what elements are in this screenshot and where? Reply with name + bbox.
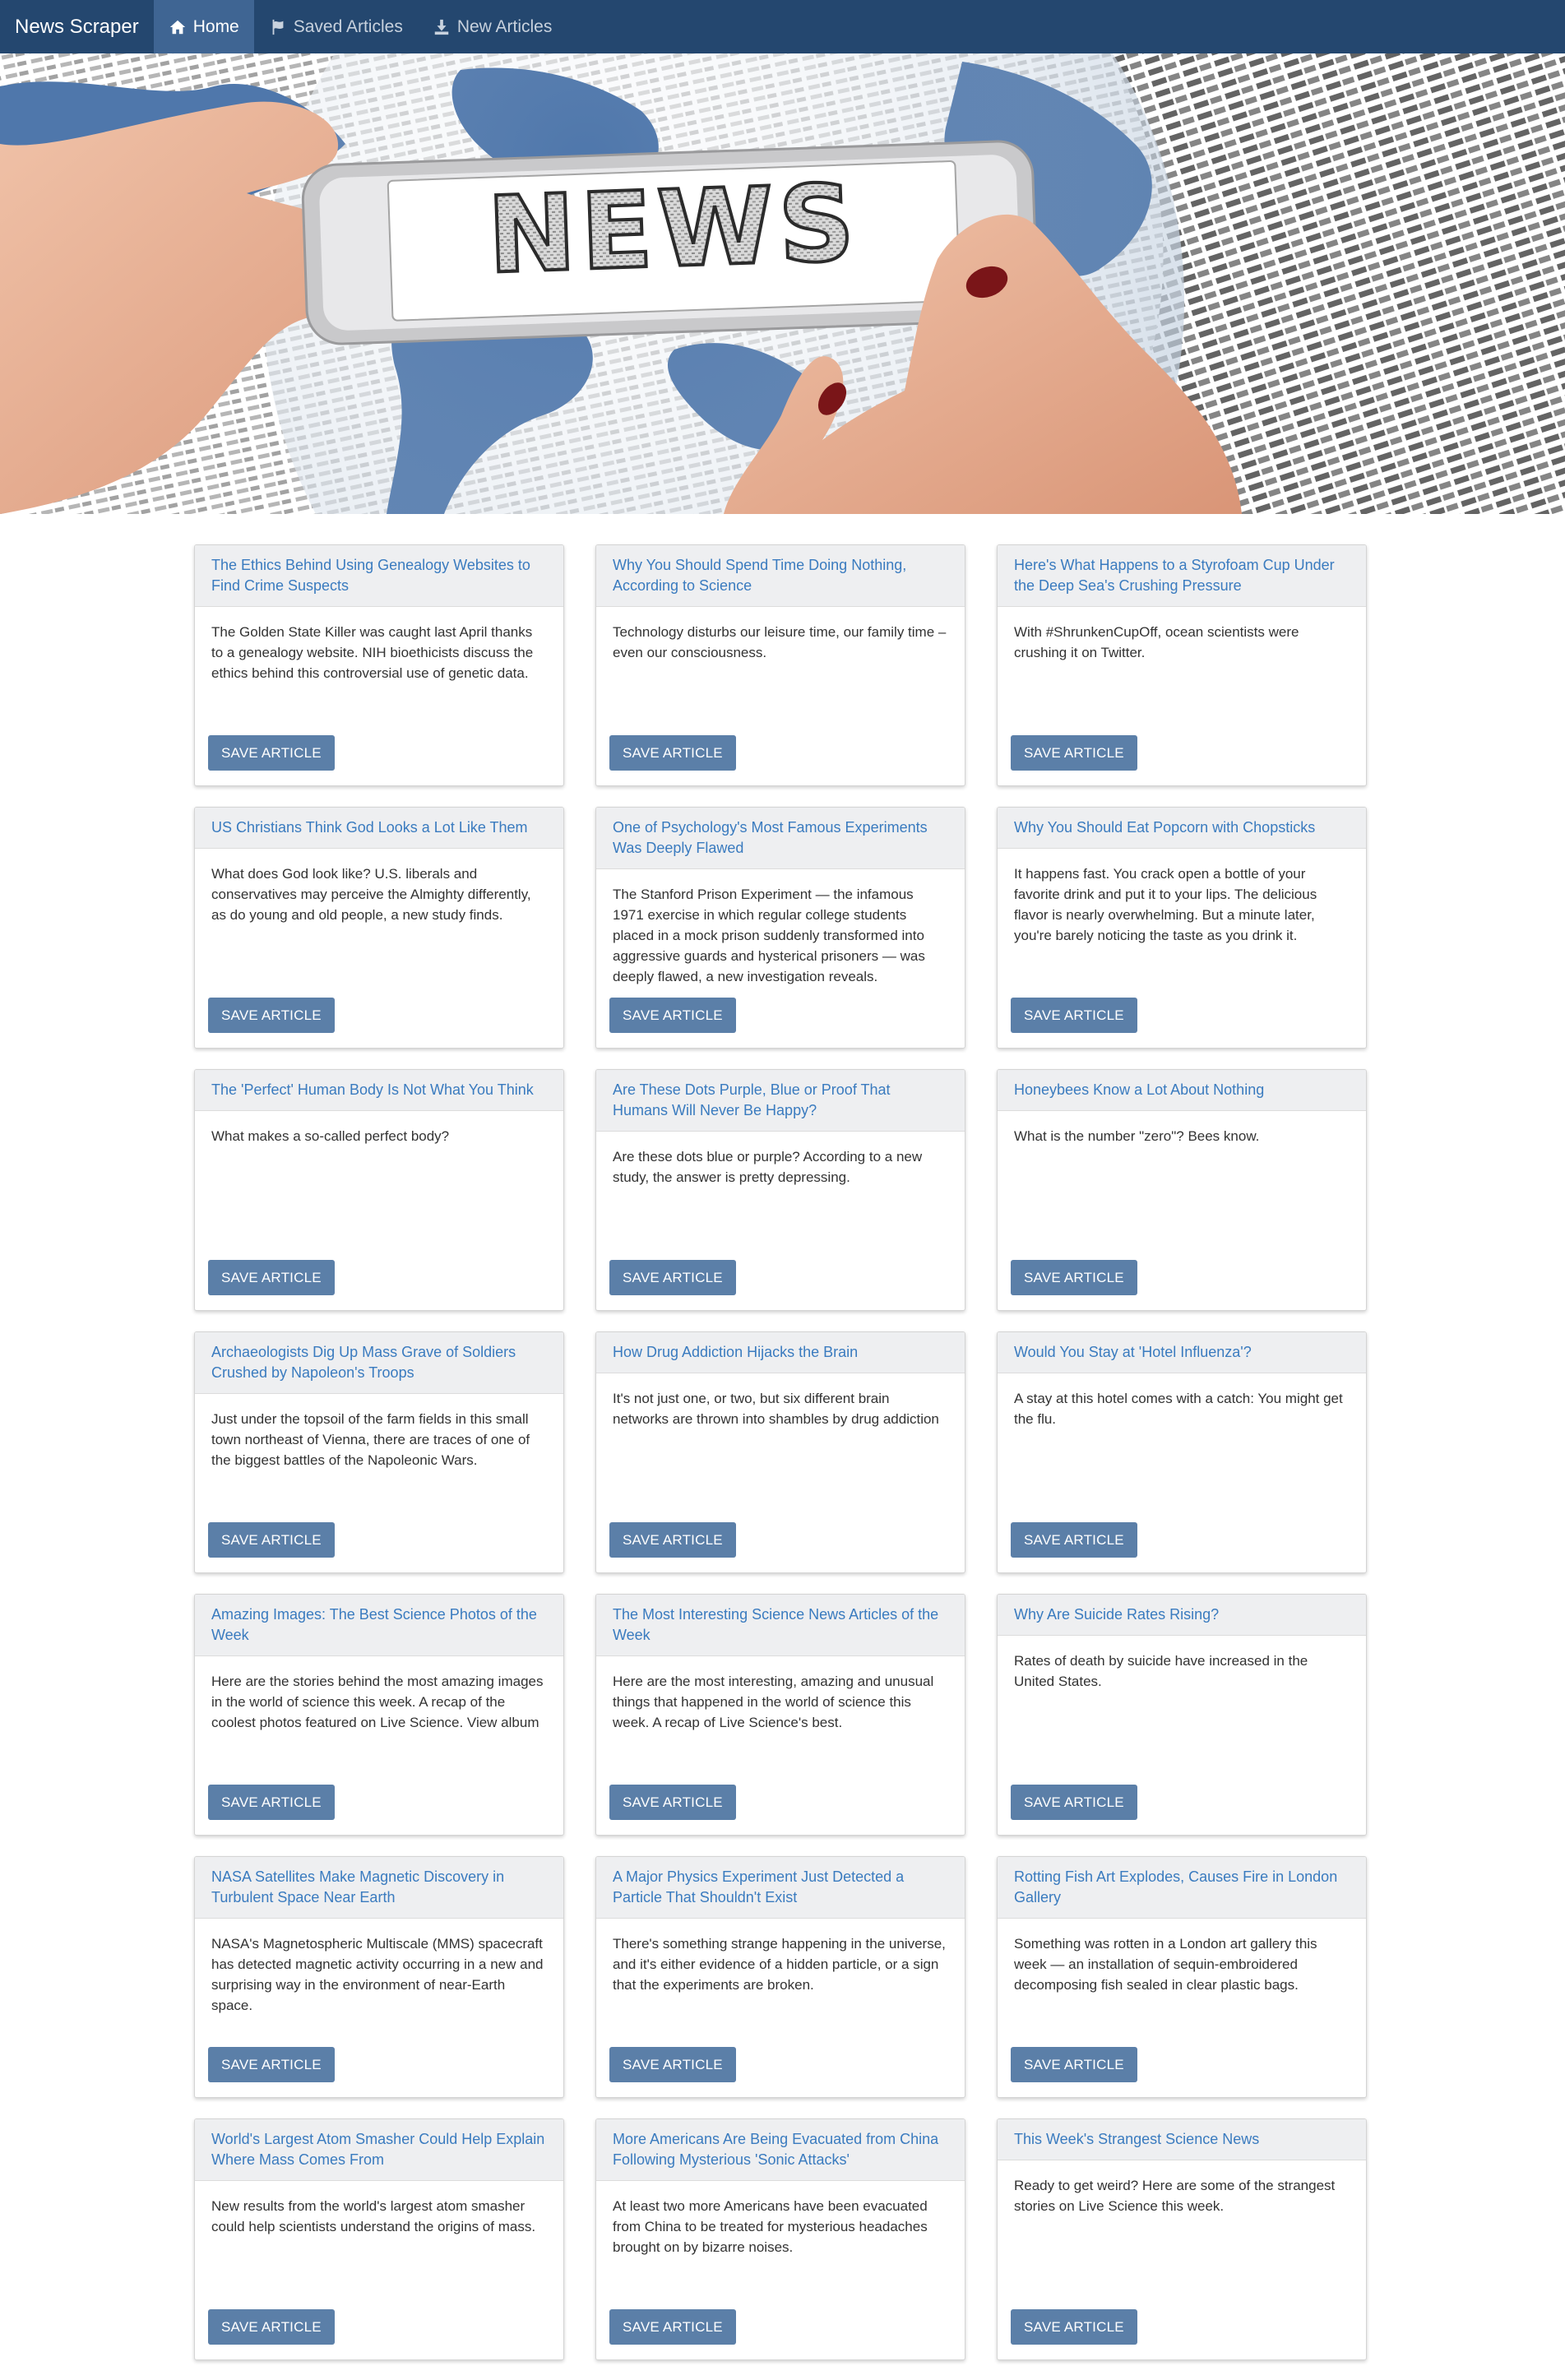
article-title-link[interactable]: Amazing Images: The Best Science Photos … bbox=[195, 1595, 563, 1656]
article-summary: A stay at this hotel comes with a catch:… bbox=[1014, 1391, 1343, 1427]
save-article-button[interactable]: SAVE ARTICLE bbox=[208, 2309, 335, 2345]
article-title-link[interactable]: Would You Stay at 'Hotel Influenza'? bbox=[998, 1332, 1366, 1373]
nav-new-articles[interactable]: New Articles bbox=[418, 0, 567, 53]
article-card: Rotting Fish Art Explodes, Causes Fire i… bbox=[997, 1856, 1367, 2098]
save-article-button[interactable]: SAVE ARTICLE bbox=[609, 1522, 736, 1558]
article-summary: Technology disturbs our leisure time, ou… bbox=[613, 624, 947, 660]
article-card: A Major Physics Experiment Just Detected… bbox=[595, 1856, 965, 2098]
article-summary: What is the number "zero"? Bees know. bbox=[1014, 1128, 1260, 1144]
article-summary: The Golden State Killer was caught last … bbox=[211, 624, 534, 681]
home-icon bbox=[169, 20, 185, 34]
article-grid: The Ethics Behind Using Genealogy Websit… bbox=[194, 544, 1368, 2360]
save-article-button[interactable]: SAVE ARTICLE bbox=[1011, 1260, 1137, 1295]
article-card: US Christians Think God Looks a Lot Like… bbox=[194, 807, 564, 1049]
save-article-button[interactable]: SAVE ARTICLE bbox=[1011, 1522, 1137, 1558]
article-title-link[interactable]: World's Largest Atom Smasher Could Help … bbox=[195, 2119, 563, 2181]
article-card: NASA Satellites Make Magnetic Discovery … bbox=[194, 1856, 564, 2098]
article-title-link[interactable]: The 'Perfect' Human Body Is Not What You… bbox=[195, 1070, 563, 1111]
nav-home-label: Home bbox=[192, 16, 239, 36]
article-summary: Something was rotten in a London art gal… bbox=[1014, 1936, 1317, 1993]
article-title-link[interactable]: This Week's Strangest Science News bbox=[998, 2119, 1366, 2160]
article-title-link[interactable]: Rotting Fish Art Explodes, Causes Fire i… bbox=[998, 1857, 1366, 1919]
article-card: One of Psychology's Most Famous Experime… bbox=[595, 807, 965, 1049]
article-summary: Here are the most interesting, amazing a… bbox=[613, 1674, 934, 1730]
hero-news-text: NEWS bbox=[485, 162, 861, 298]
article-title-link[interactable]: Honeybees Know a Lot About Nothing bbox=[998, 1070, 1366, 1111]
article-card: Would You Stay at 'Hotel Influenza'? A s… bbox=[997, 1331, 1367, 1573]
article-summary: There's something strange happening in t… bbox=[613, 1936, 946, 1993]
article-title-link[interactable]: A Major Physics Experiment Just Detected… bbox=[596, 1857, 965, 1919]
article-card: Honeybees Know a Lot About Nothing What … bbox=[997, 1069, 1367, 1311]
top-navbar: News Scraper Home Saved Articles New Art… bbox=[0, 0, 1565, 53]
article-title-link[interactable]: One of Psychology's Most Famous Experime… bbox=[596, 808, 965, 869]
save-article-button[interactable]: SAVE ARTICLE bbox=[609, 735, 736, 771]
download-icon bbox=[434, 19, 449, 35]
hero-banner: NEWS bbox=[0, 53, 1565, 514]
article-summary: It happens fast. You crack open a bottle… bbox=[1014, 866, 1317, 943]
save-article-button[interactable]: SAVE ARTICLE bbox=[609, 1785, 736, 1820]
article-summary: NASA's Magnetospheric Multiscale (MMS) s… bbox=[211, 1936, 544, 2013]
save-article-button[interactable]: SAVE ARTICLE bbox=[609, 998, 736, 1033]
brand-link[interactable]: News Scraper bbox=[0, 0, 154, 53]
save-article-button[interactable]: SAVE ARTICLE bbox=[208, 2047, 335, 2082]
nav-saved-articles[interactable]: Saved Articles bbox=[254, 0, 418, 53]
article-title-link[interactable]: Why You Should Eat Popcorn with Chopstic… bbox=[998, 808, 1366, 849]
article-title-link[interactable]: More Americans Are Being Evacuated from … bbox=[596, 2119, 965, 2181]
nav-saved-label: Saved Articles bbox=[293, 16, 403, 36]
article-card: This Week's Strangest Science News Ready… bbox=[997, 2118, 1367, 2360]
save-article-button[interactable]: SAVE ARTICLE bbox=[1011, 2047, 1137, 2082]
article-title-link[interactable]: US Christians Think God Looks a Lot Like… bbox=[195, 808, 563, 849]
article-summary: New results from the world's largest ato… bbox=[211, 2198, 536, 2234]
flag-icon bbox=[272, 19, 284, 35]
article-title-link[interactable]: Why Are Suicide Rates Rising? bbox=[998, 1595, 1366, 1636]
article-card: How Drug Addiction Hijacks the Brain It'… bbox=[595, 1331, 965, 1573]
save-article-button[interactable]: SAVE ARTICLE bbox=[1011, 735, 1137, 771]
article-summary: Just under the topsoil of the farm field… bbox=[211, 1411, 530, 1468]
article-card: Amazing Images: The Best Science Photos … bbox=[194, 1594, 564, 1836]
save-article-button[interactable]: SAVE ARTICLE bbox=[208, 1522, 335, 1558]
save-article-button[interactable]: SAVE ARTICLE bbox=[609, 2309, 736, 2345]
article-card: Archaeologists Dig Up Mass Grave of Sold… bbox=[194, 1331, 564, 1573]
article-card: Are These Dots Purple, Blue or Proof Tha… bbox=[595, 1069, 965, 1311]
article-card: The Most Interesting Science News Articl… bbox=[595, 1594, 965, 1836]
article-title-link[interactable]: Here's What Happens to a Styrofoam Cup U… bbox=[998, 545, 1366, 607]
save-article-button[interactable]: SAVE ARTICLE bbox=[1011, 2309, 1137, 2345]
save-article-button[interactable]: SAVE ARTICLE bbox=[208, 735, 335, 771]
article-title-link[interactable]: Archaeologists Dig Up Mass Grave of Sold… bbox=[195, 1332, 563, 1394]
article-summary: At least two more Americans have been ev… bbox=[613, 2198, 928, 2255]
article-summary: What does God look like? U.S. liberals a… bbox=[211, 866, 531, 923]
article-summary: Here are the stories behind the most ama… bbox=[211, 1674, 544, 1730]
save-article-button[interactable]: SAVE ARTICLE bbox=[208, 1785, 335, 1820]
article-card: The Ethics Behind Using Genealogy Websit… bbox=[194, 544, 564, 786]
save-article-button[interactable]: SAVE ARTICLE bbox=[208, 998, 335, 1033]
article-card: Why You Should Spend Time Doing Nothing,… bbox=[595, 544, 965, 786]
article-summary: Are these dots blue or purple? According… bbox=[613, 1149, 923, 1185]
article-summary: What makes a so-called perfect body? bbox=[211, 1128, 450, 1144]
hero-news-illustration: NEWS bbox=[0, 53, 1565, 514]
article-summary: With #ShrunkenCupOff, ocean scientists w… bbox=[1014, 624, 1299, 660]
save-article-button[interactable]: SAVE ARTICLE bbox=[1011, 1785, 1137, 1820]
nav-home[interactable]: Home bbox=[153, 0, 254, 53]
save-article-button[interactable]: SAVE ARTICLE bbox=[609, 1260, 736, 1295]
article-title-link[interactable]: Why You Should Spend Time Doing Nothing,… bbox=[596, 545, 965, 607]
article-title-link[interactable]: NASA Satellites Make Magnetic Discovery … bbox=[195, 1857, 563, 1919]
article-title-link[interactable]: Are These Dots Purple, Blue or Proof Tha… bbox=[596, 1070, 965, 1132]
article-summary: Rates of death by suicide have increased… bbox=[1014, 1653, 1308, 1689]
article-summary: Ready to get weird? Here are some of the… bbox=[1014, 2178, 1336, 2214]
article-card: Here's What Happens to a Styrofoam Cup U… bbox=[997, 544, 1367, 786]
nav-new-label: New Articles bbox=[456, 16, 553, 36]
article-card: The 'Perfect' Human Body Is Not What You… bbox=[194, 1069, 564, 1311]
article-card: World's Largest Atom Smasher Could Help … bbox=[194, 2118, 564, 2360]
article-title-link[interactable]: The Most Interesting Science News Articl… bbox=[596, 1595, 965, 1656]
article-card: Why You Should Eat Popcorn with Chopstic… bbox=[997, 807, 1367, 1049]
save-article-button[interactable]: SAVE ARTICLE bbox=[609, 2047, 736, 2082]
article-title-link[interactable]: How Drug Addiction Hijacks the Brain bbox=[596, 1332, 965, 1373]
article-card: More Americans Are Being Evacuated from … bbox=[595, 2118, 965, 2360]
article-summary: The Stanford Prison Experiment — the inf… bbox=[613, 887, 925, 984]
article-card: Why Are Suicide Rates Rising? Rates of d… bbox=[997, 1594, 1367, 1836]
save-article-button[interactable]: SAVE ARTICLE bbox=[1011, 998, 1137, 1033]
save-article-button[interactable]: SAVE ARTICLE bbox=[208, 1260, 335, 1295]
article-summary: It's not just one, or two, but six diffe… bbox=[613, 1391, 939, 1427]
article-title-link[interactable]: The Ethics Behind Using Genealogy Websit… bbox=[195, 545, 563, 607]
